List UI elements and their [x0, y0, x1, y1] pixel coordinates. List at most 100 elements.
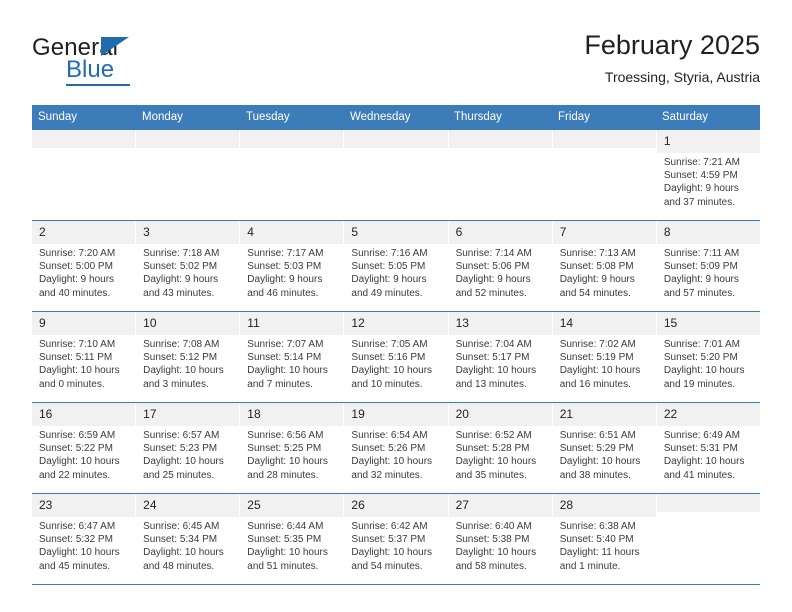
day-number: 10 — [143, 316, 157, 330]
calendar-day-cell[interactable]: 9 Sunrise: 7:10 AM Sunset: 5:11 PM Daylight… — [32, 312, 137, 402]
day-number-band: 4 — [240, 221, 344, 244]
sun-info-line: and 49 minutes. — [351, 287, 423, 299]
location-subtitle: Troessing, Styria, Austria — [604, 69, 760, 85]
calendar-day-cell[interactable]: 11 Sunrise: 7:07 AM Sunset: 5:14 PM Dayligh… — [240, 312, 345, 402]
calendar-day-cell[interactable]: 10 Sunrise: 7:08 AM Sunset: 5:12 PM Dayligh… — [136, 312, 241, 402]
sun-info-line: and 54 minutes. — [351, 560, 423, 572]
sun-info: Sunrise: 7:14 AM Sunset: 5:06 PM Daylight:… — [449, 244, 552, 306]
sun-info-line: Sunrise: 7:08 AM — [143, 339, 220, 350]
day-number-band — [240, 130, 344, 148]
calendar-day-cell[interactable]: 3 Sunrise: 7:18 AM Sunset: 5:02 PM Daylight… — [136, 221, 241, 311]
sun-info-line: Daylight: 10 hours — [351, 365, 433, 377]
day-number-band: 28 — [552, 494, 656, 517]
calendar-day-cell[interactable]: 12 Sunrise: 7:05 AM Sunset: 5:16 PM Dayligh… — [344, 312, 449, 402]
calendar-day-cell[interactable]: 21 Sunrise: 6:51 AM Sunset: 5:29 PM Dayligh… — [552, 403, 657, 493]
calendar-day-cell[interactable]: 28 Sunrise: 6:38 AM Sunset: 5:40 PM Dayligh… — [552, 494, 657, 584]
sun-info-line: Sunset: 5:19 PM — [559, 352, 634, 364]
day-number-band: 26 — [344, 494, 448, 517]
sun-info-line: Sunrise: 7:01 AM — [663, 339, 740, 350]
sun-info-line: and 41 minutes. — [663, 469, 736, 481]
sun-info-line: Sunset: 5:09 PM — [663, 261, 738, 273]
sun-info-line: Sunrise: 7:17 AM — [247, 248, 324, 259]
calendar-day-cell[interactable]: 2 Sunrise: 7:20 AM Sunset: 5:00 PM Daylight… — [32, 221, 137, 311]
sun-info-line: Sunrise: 7:13 AM — [559, 248, 636, 259]
calendar-day-cell[interactable]: 5 Sunrise: 7:16 AM Sunset: 5:05 PM Daylight… — [344, 221, 449, 311]
calendar-day-cell[interactable]: 4 Sunrise: 7:17 AM Sunset: 5:03 PM Daylight… — [240, 221, 345, 311]
day-number: 19 — [351, 407, 365, 421]
day-number: 14 — [559, 316, 574, 330]
logo-underline — [66, 84, 130, 86]
calendar-day-cell[interactable]: 14 Sunrise: 7:02 AM Sunset: 5:19 PM Dayligh… — [552, 312, 657, 402]
sun-info-line: Sunset: 5:23 PM — [143, 443, 218, 455]
sun-info-line: Daylight: 9 hours — [559, 274, 635, 286]
calendar-day-cell[interactable]: 1 Sunrise: 7:21 AM Sunset: 4:59 PM Daylight… — [656, 130, 760, 220]
sun-info: Sunrise: 6:54 AM Sunset: 5:26 PM Daylight:… — [344, 426, 447, 488]
day-number-band: 17 — [136, 403, 240, 426]
day-number: 23 — [39, 498, 53, 512]
sun-info: Sunrise: 7:18 AM Sunset: 5:02 PM Daylight:… — [136, 244, 239, 306]
sun-info-line: Sunset: 5:29 PM — [559, 443, 634, 455]
calendar-day-cell[interactable]: 6 Sunrise: 7:14 AM Sunset: 5:06 PM Daylight… — [448, 221, 553, 311]
day-number-band: 11 — [240, 312, 344, 335]
sun-info-line: Daylight: 9 hours — [39, 274, 115, 286]
calendar-day-cell[interactable]: 7 Sunrise: 7:13 AM Sunset: 5:08 PM Daylight… — [552, 221, 657, 311]
calendar-day-cell[interactable]: 23 Sunrise: 6:47 AM Sunset: 5:32 PM Dayligh… — [32, 494, 137, 584]
day-number: 3 — [143, 225, 150, 239]
sun-info-line: and 0 minutes. — [39, 378, 105, 390]
calendar-day-cell[interactable]: 26 Sunrise: 6:42 AM Sunset: 5:37 PM Dayligh… — [344, 494, 449, 584]
day-number-band — [656, 494, 760, 512]
sun-info-line: Daylight: 10 hours — [663, 456, 745, 468]
day-number-band: 20 — [448, 403, 552, 426]
sun-info-line: Sunrise: 6:42 AM — [351, 521, 428, 532]
calendar-day-cell[interactable]: 24 Sunrise: 6:45 AM Sunset: 5:34 PM Dayligh… — [136, 494, 241, 584]
sun-info-line: Daylight: 10 hours — [455, 547, 537, 559]
sun-info-line: Sunset: 5:17 PM — [455, 352, 530, 364]
day-number: 17 — [143, 407, 157, 421]
calendar-day-cell[interactable]: 8 Sunrise: 7:11 AM Sunset: 5:09 PM Daylight… — [656, 221, 760, 311]
weekday-header-row: Sunday Monday Tuesday Wednesday Thursday Frid… — [32, 105, 760, 130]
calendar-cell-empty — [240, 130, 345, 220]
generalblue-logo: General Blue — [32, 34, 252, 92]
sun-info-line: Sunrise: 7:05 AM — [351, 339, 428, 350]
calendar-day-cell[interactable]: 17 Sunrise: 6:57 AM Sunset: 5:23 PM Dayligh… — [136, 403, 241, 493]
day-number: 27 — [455, 498, 469, 512]
sun-info-line: Sunrise: 6:52 AM — [455, 430, 532, 441]
calendar-cell-empty — [656, 494, 760, 584]
calendar-day-cell[interactable]: 18 Sunrise: 6:56 AM Sunset: 5:25 PM Dayligh… — [240, 403, 345, 493]
day-number-band: 18 — [240, 403, 344, 426]
calendar-day-cell[interactable]: 22 Sunrise: 6:49 AM Sunset: 5:31 PM Dayligh… — [656, 403, 760, 493]
calendar-day-cell[interactable]: 13 Sunrise: 7:04 AM Sunset: 5:17 PM Dayligh… — [448, 312, 553, 402]
calendar-day-cell[interactable]: 20 Sunrise: 6:52 AM Sunset: 5:28 PM Dayligh… — [448, 403, 553, 493]
day-number-band: 21 — [552, 403, 656, 426]
day-number-band: 19 — [344, 403, 448, 426]
day-number-band: 5 — [344, 221, 448, 244]
calendar-day-cell[interactable]: 27 Sunrise: 6:40 AM Sunset: 5:38 PM Dayligh… — [448, 494, 553, 584]
calendar-day-cell[interactable]: 15 Sunrise: 7:01 AM Sunset: 5:20 PM Dayligh… — [656, 312, 760, 402]
sun-info: Sunrise: 6:38 AM Sunset: 5:40 PM Daylight:… — [553, 517, 656, 579]
day-number-band: 9 — [32, 312, 136, 335]
sun-info-line: Sunrise: 6:47 AM — [39, 521, 116, 532]
day-number: 7 — [559, 225, 567, 239]
sun-info: Sunrise: 7:02 AM Sunset: 5:19 PM Daylight:… — [553, 335, 656, 397]
sun-info-line: and 13 minutes. — [455, 378, 527, 390]
sun-info: Sunrise: 6:45 AM Sunset: 5:34 PM Daylight:… — [136, 517, 239, 579]
weekday-header-thursday: Thursday — [454, 111, 502, 123]
sun-info-line: and 52 minutes. — [455, 287, 527, 299]
calendar-day-cell[interactable]: 19 Sunrise: 6:54 AM Sunset: 5:26 PM Dayligh… — [344, 403, 449, 493]
calendar-cell-empty — [344, 130, 449, 220]
sun-info: Sunrise: 6:59 AM Sunset: 5:22 PM Daylight:… — [32, 426, 135, 488]
day-number: 16 — [39, 407, 53, 421]
sun-info: Sunrise: 7:05 AM Sunset: 5:16 PM Daylight:… — [344, 335, 447, 397]
sun-info-line: Sunrise: 7:04 AM — [455, 339, 532, 350]
sun-info-line: Sunrise: 6:54 AM — [351, 430, 428, 441]
sun-info-line: and 58 minutes. — [455, 560, 527, 572]
sun-info-line: and 37 minutes. — [663, 196, 736, 208]
calendar-day-cell[interactable]: 25 Sunrise: 6:44 AM Sunset: 5:35 PM Dayligh… — [240, 494, 345, 584]
calendar-cell-empty — [552, 130, 657, 220]
grid-bottom-rule — [32, 584, 760, 585]
sun-info: Sunrise: 7:20 AM Sunset: 5:00 PM Daylight:… — [32, 244, 135, 306]
day-number: 12 — [351, 316, 365, 330]
calendar-day-cell[interactable]: 16 Sunrise: 6:59 AM Sunset: 5:22 PM Dayligh… — [32, 403, 137, 493]
sun-info-line: Sunset: 5:38 PM — [455, 534, 530, 546]
sun-info-line: and 48 minutes. — [143, 560, 215, 572]
